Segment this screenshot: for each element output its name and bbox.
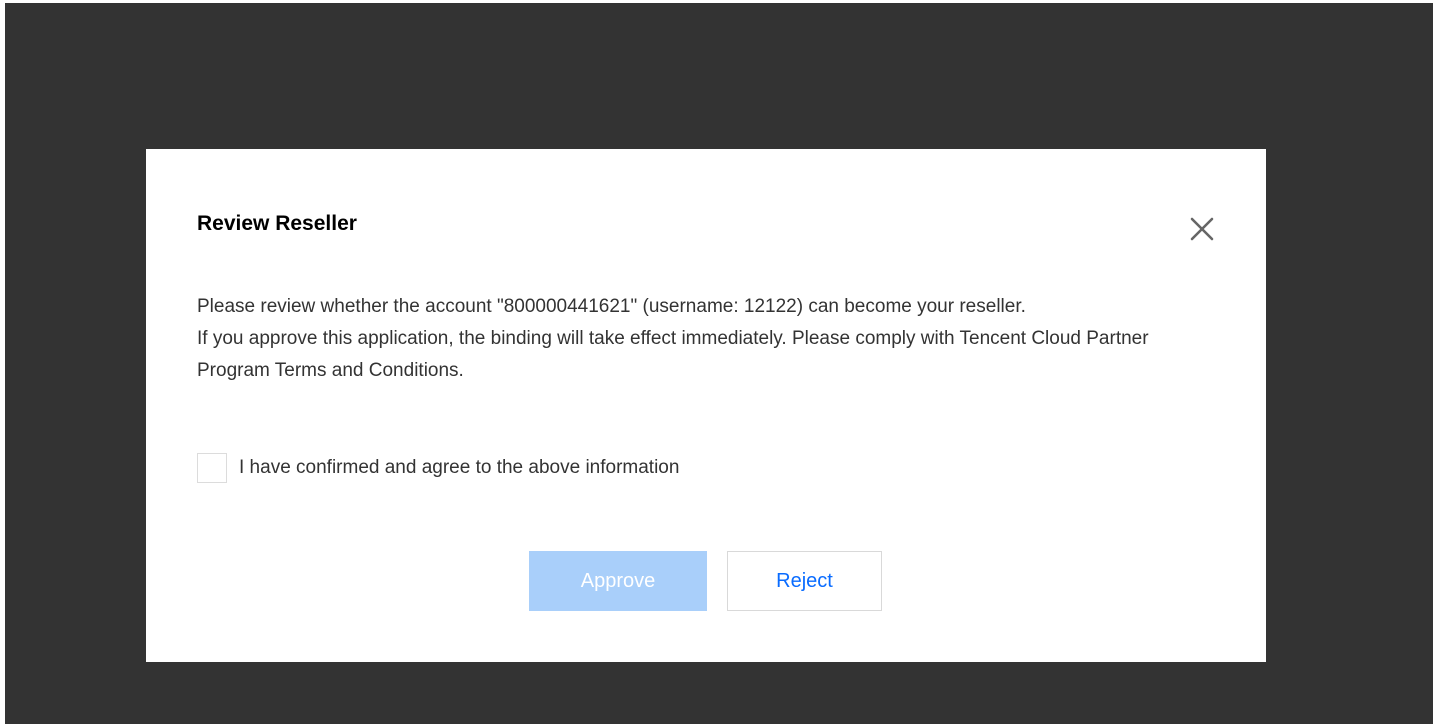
approve-button[interactable]: Approve: [529, 551, 707, 611]
dialog-title: Review Reseller: [197, 212, 357, 235]
close-button[interactable]: [1186, 213, 1218, 245]
reject-button[interactable]: Reject: [727, 551, 882, 611]
message-binding-text: If you approve this application, the bin…: [197, 328, 1149, 381]
message-review-text: Please review whether the account "80000…: [197, 296, 1026, 317]
review-reseller-dialog: Review Reseller Please review whether th…: [146, 149, 1266, 662]
agree-checkbox[interactable]: [197, 453, 227, 483]
close-icon: [1190, 217, 1214, 241]
dialog-message: Please review whether the account "80000…: [197, 291, 1207, 387]
agree-checkbox-row[interactable]: I have confirmed and agree to the above …: [197, 451, 679, 485]
agree-label: I have confirmed and agree to the above …: [239, 457, 680, 478]
